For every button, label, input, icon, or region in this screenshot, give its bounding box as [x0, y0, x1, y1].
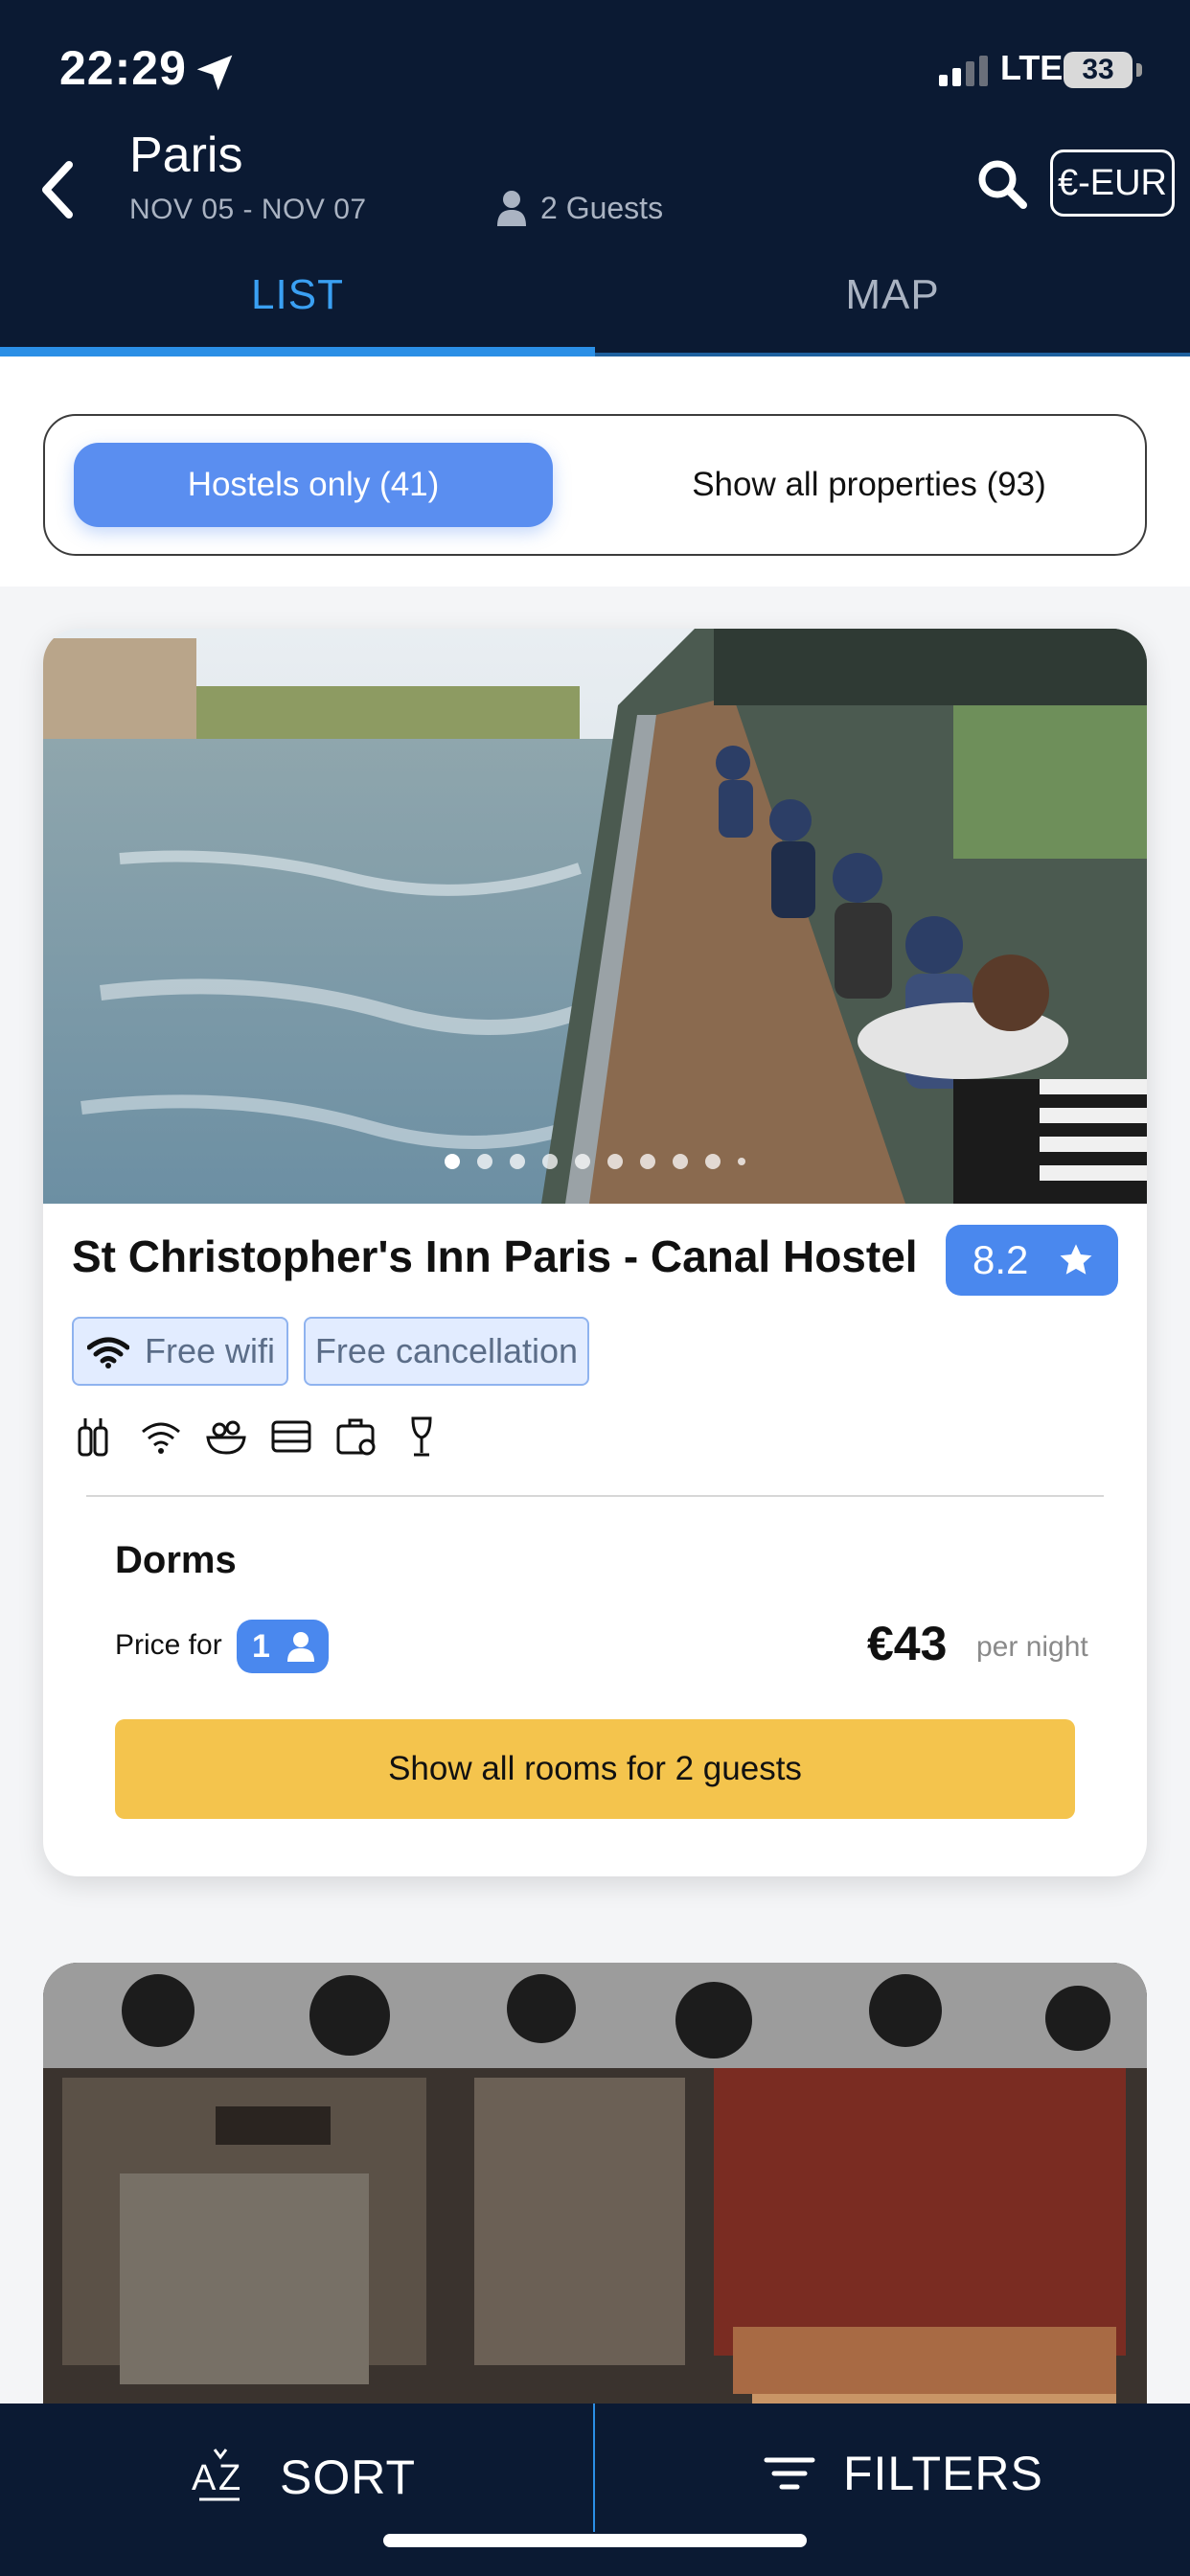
filters-button[interactable]: FILTERS [763, 2446, 1043, 2501]
filters-label: FILTERS [843, 2447, 1043, 2500]
wine-glass-icon [411, 1416, 432, 1457]
free-wifi-chip: Free wifi [72, 1317, 288, 1386]
star-icon [1060, 1244, 1092, 1275]
bottom-bar-divider [593, 2404, 595, 2532]
battery-indicator: 33 [1064, 52, 1133, 88]
show-all-properties-button[interactable]: Show all properties (93) [620, 443, 1118, 527]
price-unit: per night [976, 1631, 1088, 1663]
carousel-dot[interactable] [607, 1154, 623, 1169]
svg-text:Z: Z [218, 2458, 241, 2498]
filter-icon [764, 2457, 815, 2490]
battery-tip [1136, 63, 1142, 77]
luggage-storage-icon [336, 1418, 376, 1456]
rating-value: 8.2 [973, 1237, 1029, 1282]
carousel-dot[interactable] [738, 1158, 745, 1165]
hostels-only-button[interactable]: Hostels only (41) [74, 443, 553, 527]
search-icon[interactable] [975, 157, 1029, 211]
city-title[interactable]: Paris [129, 126, 242, 184]
tab-active-indicator [0, 347, 595, 356]
price-value: €43 [867, 1617, 948, 1670]
breakfast-icon [206, 1420, 246, 1455]
listing-card[interactable]: St Christopher's Inn Paris - Canal Hoste… [43, 629, 1147, 1876]
sort-button[interactable]: A Z SORT [190, 2446, 416, 2509]
carousel-dot[interactable] [445, 1154, 460, 1169]
carousel-dot[interactable] [640, 1154, 655, 1169]
home-indicator [383, 2534, 807, 2547]
person-icon [497, 191, 526, 226]
price-for-label: Price for [115, 1629, 222, 1661]
lockers-icon [271, 1420, 311, 1453]
rating-badge: 8.2 [946, 1225, 1118, 1296]
person-icon [287, 1632, 314, 1662]
guests-selector[interactable]: 2 Guests [496, 190, 663, 226]
tab-bar-border [595, 353, 1190, 356]
status-bar: 22:29 LTE 33 [0, 0, 1190, 134]
svg-text:A: A [192, 2458, 217, 2498]
date-range[interactable]: NOV 05 - NOV 07 [129, 194, 367, 226]
tab-list[interactable]: LIST [0, 259, 595, 355]
location-arrow-icon [196, 55, 233, 91]
guests-count: 2 Guests [540, 190, 664, 225]
price-guest-count: 1 [252, 1628, 270, 1665]
carousel-dot[interactable] [673, 1154, 688, 1169]
carousel-dot[interactable] [575, 1154, 590, 1169]
carousel-dot[interactable] [542, 1154, 558, 1169]
carousel-dot[interactable] [705, 1154, 721, 1169]
status-time: 22:29 [59, 41, 187, 95]
photo-carousel-dots[interactable] [43, 1154, 1147, 1177]
bar-icon [78, 1418, 108, 1457]
card-divider [86, 1495, 1104, 1497]
room-type: Dorms [115, 1539, 237, 1581]
carousel-dot[interactable] [510, 1154, 525, 1169]
wifi-icon [87, 1337, 129, 1368]
sort-label: SORT [280, 2450, 416, 2504]
wifi-icon [142, 1422, 180, 1454]
free-cancellation-chip: Free cancellation [304, 1317, 589, 1386]
listing-photo[interactable] [43, 629, 1147, 1204]
network-type: LTE [1000, 48, 1064, 87]
price-guest-badge: 1 [237, 1620, 329, 1673]
carousel-dot[interactable] [477, 1154, 492, 1169]
sort-az-icon: A Z [192, 2449, 241, 2501]
property-type-toggle: Hostels only (41) Show all properties (9… [43, 414, 1147, 556]
back-arrow-icon[interactable] [38, 161, 77, 218]
listing-title[interactable]: St Christopher's Inn Paris - Canal Hoste… [72, 1230, 918, 1282]
top-header: 22:29 LTE 33 Paris NOV 05 - NOV 07 2 Gue… [0, 0, 1190, 356]
show-all-rooms-button[interactable]: Show all rooms for 2 guests [115, 1719, 1075, 1819]
tab-map[interactable]: MAP [595, 259, 1190, 355]
cellular-signal-icon [939, 56, 988, 86]
free-wifi-label: Free wifi [145, 1331, 276, 1370]
currency-button[interactable]: €-EUR [1050, 150, 1175, 217]
